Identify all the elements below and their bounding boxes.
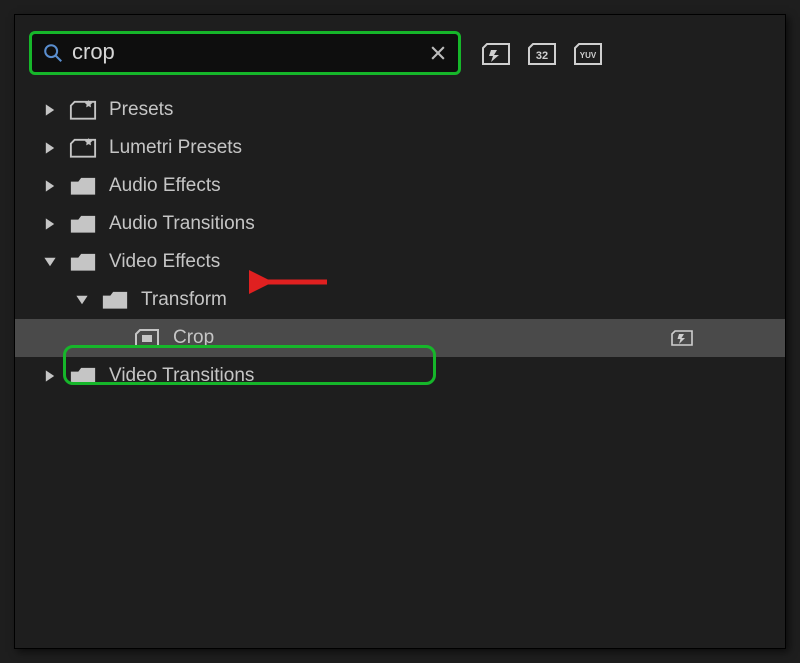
toolbar-filter-icons: 32 YUV <box>479 40 605 66</box>
clear-search-icon[interactable] <box>428 43 448 63</box>
32bit-effects-icon[interactable]: 32 <box>525 40 559 66</box>
chevron-down-icon <box>43 255 57 269</box>
tree-item-label: Presets <box>109 99 173 121</box>
accelerated-badge-icon <box>669 328 695 348</box>
chevron-right-icon <box>43 103 57 117</box>
chevron-down-icon <box>75 293 89 307</box>
tree-item-audio-effects[interactable]: Audio Effects <box>15 167 785 205</box>
folder-icon <box>69 175 97 197</box>
folder-icon <box>69 365 97 387</box>
tree-item-label: Lumetri Presets <box>109 137 242 159</box>
tree-item-crop[interactable]: Crop <box>15 319 785 357</box>
tree-item-transform[interactable]: Transform <box>15 281 785 319</box>
tree-item-presets[interactable]: Presets <box>15 91 785 129</box>
search-container <box>29 31 461 75</box>
accelerated-effects-icon[interactable] <box>479 40 513 66</box>
yuv-effects-icon[interactable]: YUV <box>571 40 605 66</box>
tree-item-label: Video Effects <box>109 251 220 273</box>
folder-icon <box>69 251 97 273</box>
search-input[interactable] <box>64 39 428 67</box>
folder-preset-icon <box>69 137 97 159</box>
folder-icon <box>101 289 129 311</box>
effects-panel: 32 YUV Presets <box>14 14 786 649</box>
chevron-right-icon <box>43 141 57 155</box>
effect-preset-icon <box>133 327 161 349</box>
tree-item-label: Crop <box>173 327 214 349</box>
tree-item-lumetri-presets[interactable]: Lumetri Presets <box>15 129 785 167</box>
tree-item-label: Audio Transitions <box>109 213 255 235</box>
chevron-right-icon <box>43 179 57 193</box>
chevron-right-icon <box>43 217 57 231</box>
effects-toolbar: 32 YUV <box>29 29 773 77</box>
chevron-right-icon <box>43 369 57 383</box>
tree-item-video-transitions[interactable]: Video Transitions <box>15 357 785 395</box>
tree-item-video-effects[interactable]: Video Effects <box>15 243 785 281</box>
search-icon <box>42 42 64 64</box>
tree-item-label: Transform <box>141 289 227 311</box>
tree-item-label: Audio Effects <box>109 175 221 197</box>
svg-text:32: 32 <box>536 50 548 62</box>
folder-icon <box>69 213 97 235</box>
tree-item-audio-transitions[interactable]: Audio Transitions <box>15 205 785 243</box>
effects-tree: Presets Lumetri Presets <box>15 91 785 395</box>
folder-preset-icon <box>69 99 97 121</box>
tree-item-label: Video Transitions <box>109 365 254 387</box>
svg-text:YUV: YUV <box>580 51 597 60</box>
